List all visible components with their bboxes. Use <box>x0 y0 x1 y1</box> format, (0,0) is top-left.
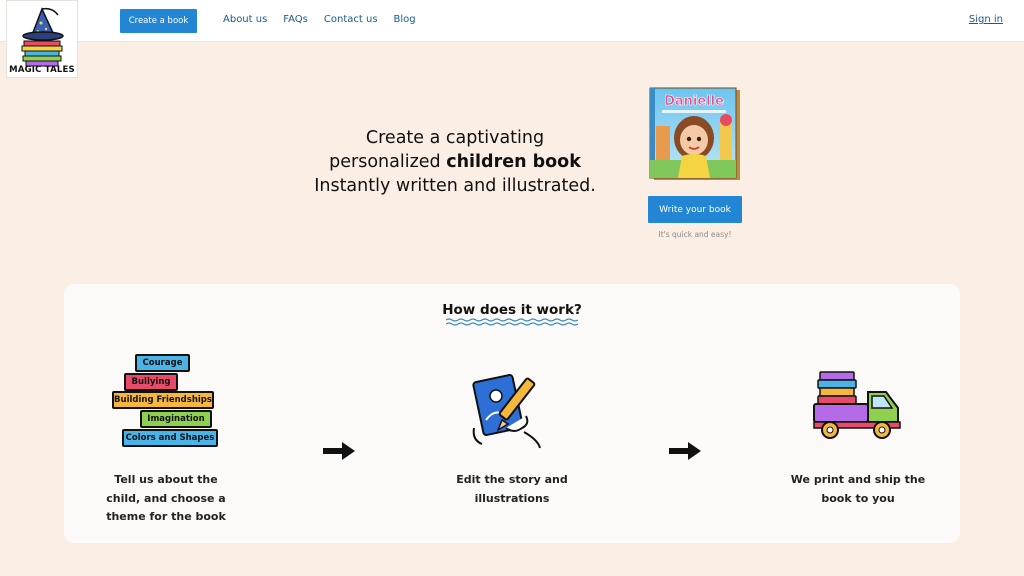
wizard-hat-books-icon <box>21 7 64 67</box>
theme-tags-illustration: Courage Bullying Building Friendships Im… <box>112 353 222 453</box>
theme-tag-courage: Courage <box>135 354 190 372</box>
delivery-truck-icon <box>813 371 901 439</box>
hero-headline: Create a captivating personalized childr… <box>300 126 610 198</box>
theme-tag-building-friendships: Building Friendships <box>112 391 214 409</box>
theme-tag-imagination: Imagination <box>140 410 212 428</box>
step-3-text: We print and ship the book to you <box>790 473 926 505</box>
arrow-right-icon <box>669 442 701 460</box>
hero-line-2: personalized children book <box>300 150 610 174</box>
how-it-works-title: How does it work? <box>442 302 582 318</box>
theme-tag-colors-and-shapes: Colors and Shapes <box>122 429 218 447</box>
edit-story-icon <box>472 373 541 449</box>
nav-contact-us[interactable]: Contact us <box>324 14 378 25</box>
arrow-right-icon <box>323 442 355 460</box>
step-1-text: Tell us about the child, and choose a th… <box>106 473 226 523</box>
how-it-works-section: How does it work? Courage Bullying Build… <box>64 284 960 543</box>
nav-blog[interactable]: Blog <box>394 14 416 25</box>
quick-note: It's quick and easy! <box>658 230 732 239</box>
hero-line-3: Instantly written and illustrated. <box>314 176 596 196</box>
book-title: Danielle <box>664 94 724 109</box>
step-2-text: Edit the story and illustrations <box>456 473 568 505</box>
logo-text: MAGIC TALES <box>9 65 75 75</box>
main-nav: About us FAQs Contact us Blog <box>223 14 432 25</box>
nav-faqs[interactable]: FAQs <box>283 14 308 25</box>
sign-in-link[interactable]: Sign in <box>969 14 1003 25</box>
write-your-book-button[interactable]: Write your book <box>648 196 742 223</box>
magic-tales-logo[interactable]: MAGIC TALES <box>6 0 78 78</box>
create-book-button[interactable]: Create a book <box>120 9 197 33</box>
hero-line-2-prefix: personalized <box>329 152 447 172</box>
hero-line-1: Create a captivating <box>365 128 545 148</box>
wave-underline-icon <box>446 318 578 326</box>
hero-line-2-bold: children book <box>446 152 581 172</box>
site-header: MAGIC TALES Create a book About us FAQs … <box>0 0 1024 78</box>
theme-tag-bullying: Bullying <box>124 373 178 391</box>
sample-book-cover: Danielle <box>649 87 740 180</box>
nav-about-us[interactable]: About us <box>223 14 267 25</box>
